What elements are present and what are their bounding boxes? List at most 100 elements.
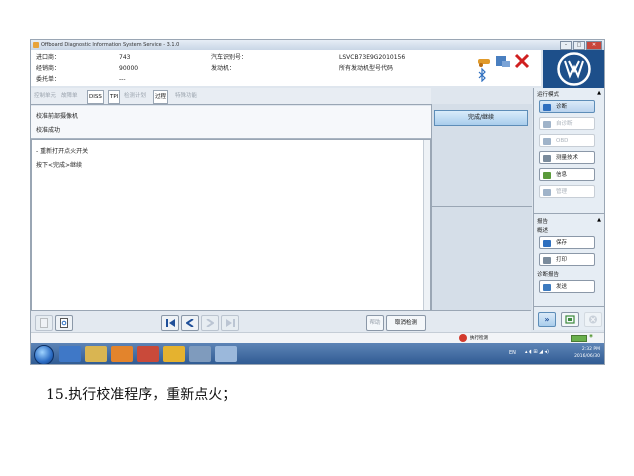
search-document-icon[interactable]	[55, 315, 73, 331]
battery-level-icon	[571, 335, 587, 342]
tab-control-units[interactable]: 控制单元	[34, 90, 56, 102]
connection-status-icons	[478, 53, 530, 82]
vin-value: LSVCB73E9G2010156	[339, 54, 406, 61]
tab-tpi[interactable]: TPI	[108, 90, 121, 104]
start-button[interactable]	[34, 345, 54, 364]
instruction-text-area: - 重新打开点火开关 按下<完成>继续	[31, 139, 431, 311]
report-label: 打印	[556, 257, 568, 263]
self-diagnosis-icon	[543, 121, 551, 128]
import-label: 进口商：	[36, 54, 61, 61]
mode-info-button[interactable]: 信息	[539, 168, 595, 181]
dealer-value: 90000	[119, 65, 139, 72]
client-value: ---	[119, 76, 126, 83]
procedure-header: 校准前部摄像机 校准成功	[31, 106, 431, 139]
app-icon	[33, 42, 39, 48]
forward-button[interactable]: »	[538, 312, 556, 327]
last-page-button[interactable]	[221, 315, 239, 331]
vehicle-info: 进口商： 743 经销商： 90000 委托单： --- 汽车识别号： LSVC…	[31, 50, 541, 86]
save-report-button[interactable]: 保存	[539, 236, 595, 249]
client-label: 委托单：	[36, 76, 61, 83]
procedure-title: 校准前部摄像机	[36, 113, 79, 120]
divider	[534, 213, 604, 214]
media-player-icon[interactable]	[111, 346, 133, 362]
measurement-icon	[543, 155, 551, 162]
print-icon	[543, 257, 551, 264]
step-caption: 15.执行校准程序，重新点火；	[46, 387, 237, 403]
collapse-icon[interactable]: ▲	[597, 217, 601, 223]
bluetooth-icon	[478, 67, 486, 82]
right-panel: 运行模式 ▲ 诊断 自诊断 OBD 测量技术 信息 管理 报告 ▲ 概述 保存 …	[533, 88, 604, 330]
divider	[534, 306, 604, 307]
screenshot-button[interactable]	[561, 312, 579, 327]
file-explorer-icon[interactable]	[85, 346, 107, 362]
language-indicator[interactable]: EN	[509, 350, 516, 356]
instruction-line: 按下<完成>继续	[36, 162, 83, 169]
report-label: 保存	[556, 240, 568, 246]
import-value: 743	[119, 54, 131, 61]
maximize-button[interactable]: □	[573, 41, 585, 50]
tab-diss[interactable]: DISS	[87, 90, 104, 104]
odis-taskbar-icon[interactable]	[163, 346, 185, 362]
stop-button[interactable]	[584, 312, 602, 327]
mode-label: 测量技术	[556, 155, 579, 161]
network-icon: ◉	[589, 334, 593, 339]
collapse-icon[interactable]: ▲	[597, 90, 601, 96]
mode-diagnosis-button[interactable]: 诊断	[539, 100, 595, 113]
bottom-toolbar: 帮助 取消检测	[31, 310, 531, 333]
instruction-line: - 重新打开点火开关	[36, 148, 89, 155]
next-page-button[interactable]	[201, 315, 219, 331]
tab-test-plan[interactable]: 检测计划	[124, 90, 146, 102]
info-icon	[543, 172, 551, 179]
screenshot-window: Offboard Diagnostic Information System S…	[30, 39, 605, 365]
mode-label: 诊断	[556, 104, 568, 110]
mode-admin-button[interactable]: 管理	[539, 185, 595, 198]
engine-label: 发动机：	[211, 65, 236, 72]
mode-obd-button[interactable]: OBD	[539, 134, 595, 147]
disconnected-x-icon	[514, 53, 530, 69]
help-button[interactable]: 帮助	[366, 315, 384, 331]
obd-icon	[543, 138, 551, 145]
vin-label: 汽车识别号：	[211, 54, 248, 61]
tab-procedure[interactable]: 过程	[153, 90, 169, 104]
status-text: 执行检测	[470, 336, 488, 341]
clock[interactable]: 2:32 PM 2016/06/30	[574, 346, 600, 360]
mode-label: 自诊断	[556, 121, 573, 127]
mode-measurement-button[interactable]: 测量技术	[539, 151, 595, 164]
mode-label: OBD	[556, 138, 569, 144]
report-label: 发送	[556, 284, 568, 290]
send-icon	[543, 284, 551, 291]
tab-fault-list[interactable]: 故障单	[61, 90, 78, 102]
print-report-button[interactable]: 打印	[539, 253, 595, 266]
first-page-button[interactable]	[161, 315, 179, 331]
status-line: 执行检测 ◉	[31, 332, 604, 343]
dealer-label: 经销商：	[36, 65, 61, 72]
odis-window-icon[interactable]	[215, 346, 237, 362]
tab-special-functions[interactable]: 特殊功能	[175, 90, 197, 102]
content-scrollbar[interactable]	[423, 140, 430, 310]
cancel-test-button[interactable]: 取消检测	[386, 315, 426, 331]
windows-taskbar: EN ▴ ◖ ⊞ ◢ ◂) 2:32 PM 2016/06/30	[31, 343, 604, 364]
send-report-button[interactable]: 发送	[539, 280, 595, 293]
close-button[interactable]: ✕	[586, 41, 602, 50]
app-icon[interactable]	[137, 346, 159, 362]
stop-test-icon[interactable]	[459, 334, 467, 342]
mode-self-diagnosis-button[interactable]: 自诊断	[539, 117, 595, 130]
divider	[432, 206, 532, 207]
tray-icons[interactable]: ▴ ◖ ⊞ ◢ ◂)	[525, 349, 549, 355]
continue-button[interactable]: 完成/继续	[434, 110, 528, 126]
mode-label: 信息	[556, 172, 568, 178]
action-column: 完成/继续	[431, 104, 532, 310]
save-icon	[543, 240, 551, 247]
mode-label: 管理	[556, 189, 568, 195]
overview-title: 概述	[537, 228, 549, 234]
procedure-status: 校准成功	[36, 127, 61, 134]
clock-date: 2016/06/30	[574, 354, 600, 359]
internet-explorer-icon[interactable]	[59, 346, 81, 362]
report-section-title: 报告	[537, 219, 549, 225]
previous-page-button[interactable]	[181, 315, 199, 331]
minimize-button[interactable]: –	[560, 41, 572, 50]
tool-icon[interactable]	[189, 346, 211, 362]
engine-value: 所有发动机型号代码	[339, 65, 394, 72]
document-icon	[35, 315, 53, 331]
vw-logo	[543, 50, 604, 88]
